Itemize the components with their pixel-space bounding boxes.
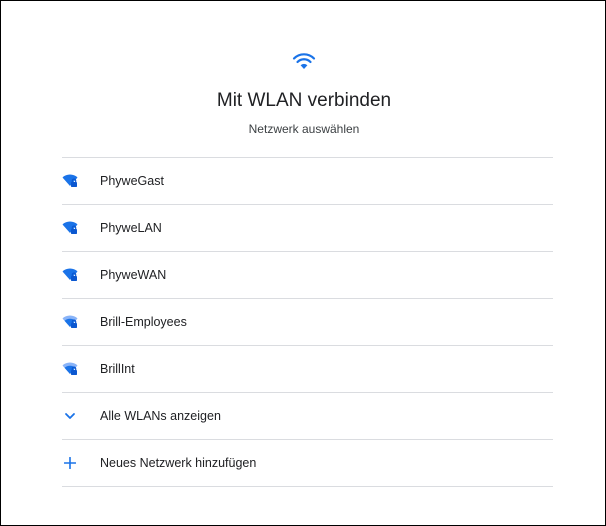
network-name: PhyweWAN [100,268,167,282]
network-name: PhyweGast [100,174,164,188]
chevron-down-icon [62,408,78,424]
wifi-locked-icon [62,220,78,236]
wifi-locked-icon [62,361,78,377]
plus-icon [62,455,78,471]
show-all-label: Alle WLANs anzeigen [100,409,221,423]
wifi-icon [292,51,316,71]
wifi-locked-icon [62,314,78,330]
network-item-brill-employees[interactable]: Brill-Employees [62,299,553,346]
network-list: PhyweGast PhyweLAN PhyweWAN Brill-Employ… [62,157,553,487]
wifi-locked-icon [62,267,78,283]
network-item-phywewan[interactable]: PhyweWAN [62,252,553,299]
network-item-brillint[interactable]: BrillInt [62,346,553,393]
show-all-networks-button[interactable]: Alle WLANs anzeigen [62,393,553,440]
network-name: Brill-Employees [100,315,187,329]
network-item-phywelan[interactable]: PhyweLAN [62,205,553,252]
network-item-phywegast[interactable]: PhyweGast [62,158,553,205]
page-subtitle: Netzwerk auswählen [248,122,360,136]
wifi-setup-dialog: Mit WLAN verbinden Netzwerk auswählen Ph… [0,0,606,526]
add-network-button[interactable]: Neues Netzwerk hinzufügen [62,440,553,487]
network-name: BrillInt [100,362,135,376]
page-title: Mit WLAN verbinden [216,90,392,111]
add-network-label: Neues Netzwerk hinzufügen [100,456,257,470]
wifi-locked-icon [62,173,78,189]
network-name: PhyweLAN [100,221,162,235]
